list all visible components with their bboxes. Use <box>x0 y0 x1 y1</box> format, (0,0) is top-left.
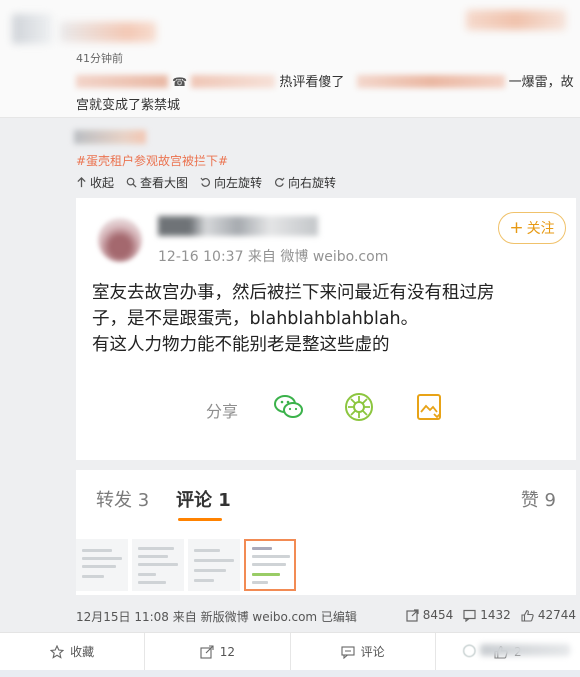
blurred-mention <box>76 75 168 88</box>
follow-button: + 关注 <box>498 212 566 244</box>
favorite-button[interactable]: 收藏 <box>0 633 146 670</box>
comment-icon <box>463 609 476 622</box>
blurred-badge <box>466 10 566 30</box>
camera-icon: ☎ <box>172 75 188 89</box>
blurred-link <box>191 75 276 88</box>
collapse-icon <box>77 177 86 188</box>
like-count-button[interactable]: 42744 <box>521 608 576 622</box>
weibo-watermark: ◯ <box>463 643 570 657</box>
divider <box>76 460 576 470</box>
blurred-mention <box>356 75 505 88</box>
tab-repost: 转发 3 <box>96 490 150 511</box>
thumbnail[interactable] <box>188 539 240 591</box>
rotate-right-button[interactable]: 向右旋转 <box>274 174 336 191</box>
post-text-line2: 宫就变成了紫禁城 <box>76 98 181 113</box>
save-image-icon <box>417 394 441 420</box>
thumbnail[interactable] <box>132 539 184 591</box>
blurred-watermark-text <box>480 644 570 656</box>
repost-stats: 8454 1432 42744 <box>406 608 576 622</box>
comment-count-button[interactable]: 1432 <box>463 608 511 622</box>
post-meta: 12-16 10:37 来自 微博 weibo.com <box>158 249 389 265</box>
magnifier-icon <box>126 177 137 188</box>
tab-like: 赞 9 <box>520 490 556 511</box>
collapse-button[interactable]: 收起 <box>76 174 114 191</box>
comment-icon <box>341 645 355 659</box>
thumbnail[interactable] <box>76 539 128 591</box>
blurred-avatar <box>98 218 142 262</box>
repost-container: #蛋壳租户参观故宫被拦下# 收起 查看大图 向左旋转 向右旋转 12-16 10… <box>0 118 580 632</box>
rotate-right-icon <box>275 177 285 187</box>
embedded-weibo-screenshot[interactable]: 12-16 10:37 来自 微博 weibo.com + 关注 室友去故宫办事… <box>76 198 576 595</box>
blurred-username <box>158 216 318 236</box>
view-large-button[interactable]: 查看大图 <box>126 174 188 191</box>
wechat-icon <box>274 395 303 418</box>
tab-comment: 评论 1 <box>176 490 231 511</box>
image-toolbar: 收起 查看大图 向左旋转 向右旋转 <box>76 174 336 191</box>
repost-count-button[interactable]: 8454 <box>406 608 453 622</box>
bottom-strip <box>0 670 580 677</box>
plus-icon: + <box>509 217 524 238</box>
thumbnail-selected[interactable] <box>244 539 296 591</box>
share-icon <box>200 644 214 659</box>
weibo-logo-icon: ◯ <box>462 643 476 657</box>
thumbs-up-icon <box>521 609 534 622</box>
post-text-segment: 热评看傻了 <box>279 75 345 90</box>
share-row: 分享 <box>76 388 576 428</box>
post-body: 室友去故宫办事，然后被拦下来问最近有没有租过房 子，是不是跟蛋壳，blahbla… <box>92 283 495 355</box>
top-post-card: 41分钟前 ☎ 热评看傻了 一爆雷，故 宫就变成了紫禁城 <box>0 0 580 118</box>
tab-underline <box>178 518 222 521</box>
share-icon <box>406 608 419 622</box>
blurred-username[interactable] <box>60 22 156 42</box>
post-text-segment: 一爆雷，故 <box>508 75 574 90</box>
repost-button[interactable]: 12 <box>145 633 291 670</box>
hashtag-link[interactable]: #蛋壳租户参观故宫被拦下# <box>76 152 228 169</box>
post-time: 41分钟前 <box>76 52 123 65</box>
repost-meta: 12月15日 11:08 来自 新版微博 weibo.com 已编辑 <box>76 610 357 624</box>
star-icon <box>50 644 65 659</box>
rotate-left-icon <box>200 177 211 187</box>
blurred-repost-author[interactable] <box>74 130 146 144</box>
image-thumbnails <box>76 539 296 591</box>
blurred-avatar[interactable] <box>12 14 52 44</box>
rotate-left-button[interactable]: 向左旋转 <box>200 174 262 191</box>
post-text-line1: ☎ 热评看傻了 一爆雷，故 <box>76 71 574 90</box>
comment-button[interactable]: 评论 <box>291 633 436 670</box>
moments-icon <box>345 393 373 421</box>
screenshot-tabs: 转发 3 评论 1 赞 9 <box>76 470 576 532</box>
share-label: 分享 <box>206 402 239 421</box>
